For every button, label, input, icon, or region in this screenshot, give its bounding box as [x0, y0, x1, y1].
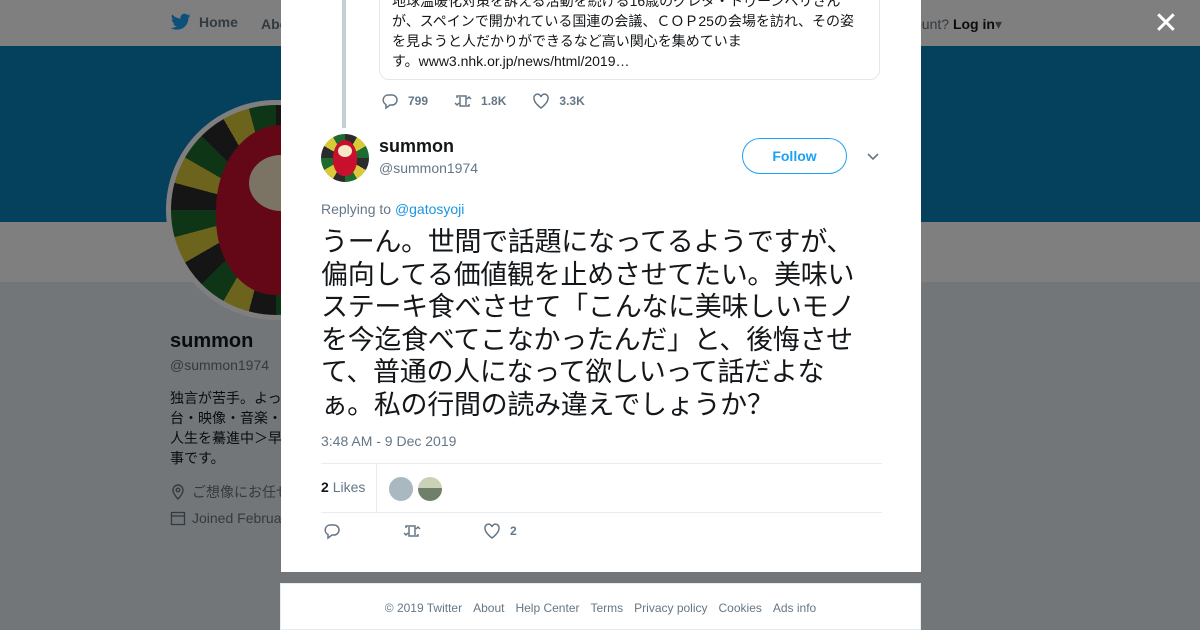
liker-avatar[interactable]: [417, 476, 443, 502]
heart-icon: [484, 523, 500, 539]
footer-copyright: © 2019 Twitter: [384, 601, 463, 615]
tweet-actions: 2: [323, 522, 563, 540]
footer-link-ads-info[interactable]: Ads info: [773, 601, 816, 615]
tweet-modal: 地球温暖化対策を訴える活動を続ける16歳のグレタ・トゥーンベリさん が、スペイン…: [281, 0, 921, 572]
tweet-timestamp[interactable]: 3:48 AM - 9 Dec 2019: [321, 433, 456, 449]
stat-divider: [376, 464, 377, 512]
tweet-stats: 2 Likes: [321, 463, 882, 513]
reply-icon: [324, 524, 340, 540]
footer-links: © 2019 Twitter About Help Center Terms P…: [281, 584, 920, 615]
retweet-icon: [454, 95, 472, 107]
replying-to: Replying to @gatosyoji: [321, 201, 464, 217]
daruma-face: [338, 145, 352, 157]
close-icon[interactable]: ✕: [1152, 9, 1180, 39]
replying-to-prefix: Replying to: [321, 201, 392, 217]
heart-icon: [533, 93, 550, 109]
footer-link-about[interactable]: About: [473, 601, 504, 615]
tweet-author-handle[interactable]: @summon1974: [379, 160, 478, 176]
quoted-tweet[interactable]: 地球温暖化対策を訴える活動を続ける16歳のグレタ・トゥーンベリさん が、スペイン…: [379, 0, 880, 80]
thread-line: [342, 0, 346, 128]
quoted-tweet-text: 地球温暖化対策を訴える活動を続ける16歳のグレタ・トゥーンベリさん が、スペイン…: [392, 0, 855, 69]
footer-link-cookies[interactable]: Cookies: [719, 601, 762, 615]
retweet-count: 1.8K: [481, 94, 507, 108]
likes-stat[interactable]: 2 Likes: [321, 479, 365, 495]
footer-link-help-center[interactable]: Help Center: [515, 601, 579, 615]
like-count: 3.3K: [559, 94, 585, 108]
tweet-text: うーん。世間で話題になってるようですが、 偏向してる価値観を止めさせてたい。美味…: [321, 227, 855, 420]
reply-icon: [382, 94, 398, 110]
like-button[interactable]: 3.3K: [532, 92, 585, 110]
retweet-icon: [403, 525, 421, 537]
reply-count: 799: [408, 94, 429, 108]
previous-tweet-actions: 799 1.8K 3.3K: [381, 92, 585, 110]
like-count: 2: [510, 524, 517, 538]
replying-to-link[interactable]: @gatosyoji: [395, 201, 464, 217]
like-button[interactable]: 2: [483, 522, 563, 540]
tweet-author-name[interactable]: summon: [379, 136, 454, 157]
likes-label: Likes: [332, 479, 366, 495]
liker-avatar[interactable]: [388, 476, 414, 502]
footer: © 2019 Twitter About Help Center Terms P…: [280, 583, 921, 630]
follow-button[interactable]: Follow: [742, 138, 847, 174]
retweet-button[interactable]: [403, 522, 483, 540]
tweet-avatar[interactable]: [321, 134, 369, 182]
retweet-button[interactable]: 1.8K: [454, 92, 506, 110]
footer-link-privacy[interactable]: Privacy policy: [634, 601, 707, 615]
reply-button[interactable]: 799: [381, 92, 428, 110]
likes-count: 2: [321, 479, 329, 495]
footer-link-terms[interactable]: Terms: [590, 601, 623, 615]
reply-button[interactable]: [323, 522, 403, 540]
chevron-down-icon[interactable]: [865, 148, 881, 164]
